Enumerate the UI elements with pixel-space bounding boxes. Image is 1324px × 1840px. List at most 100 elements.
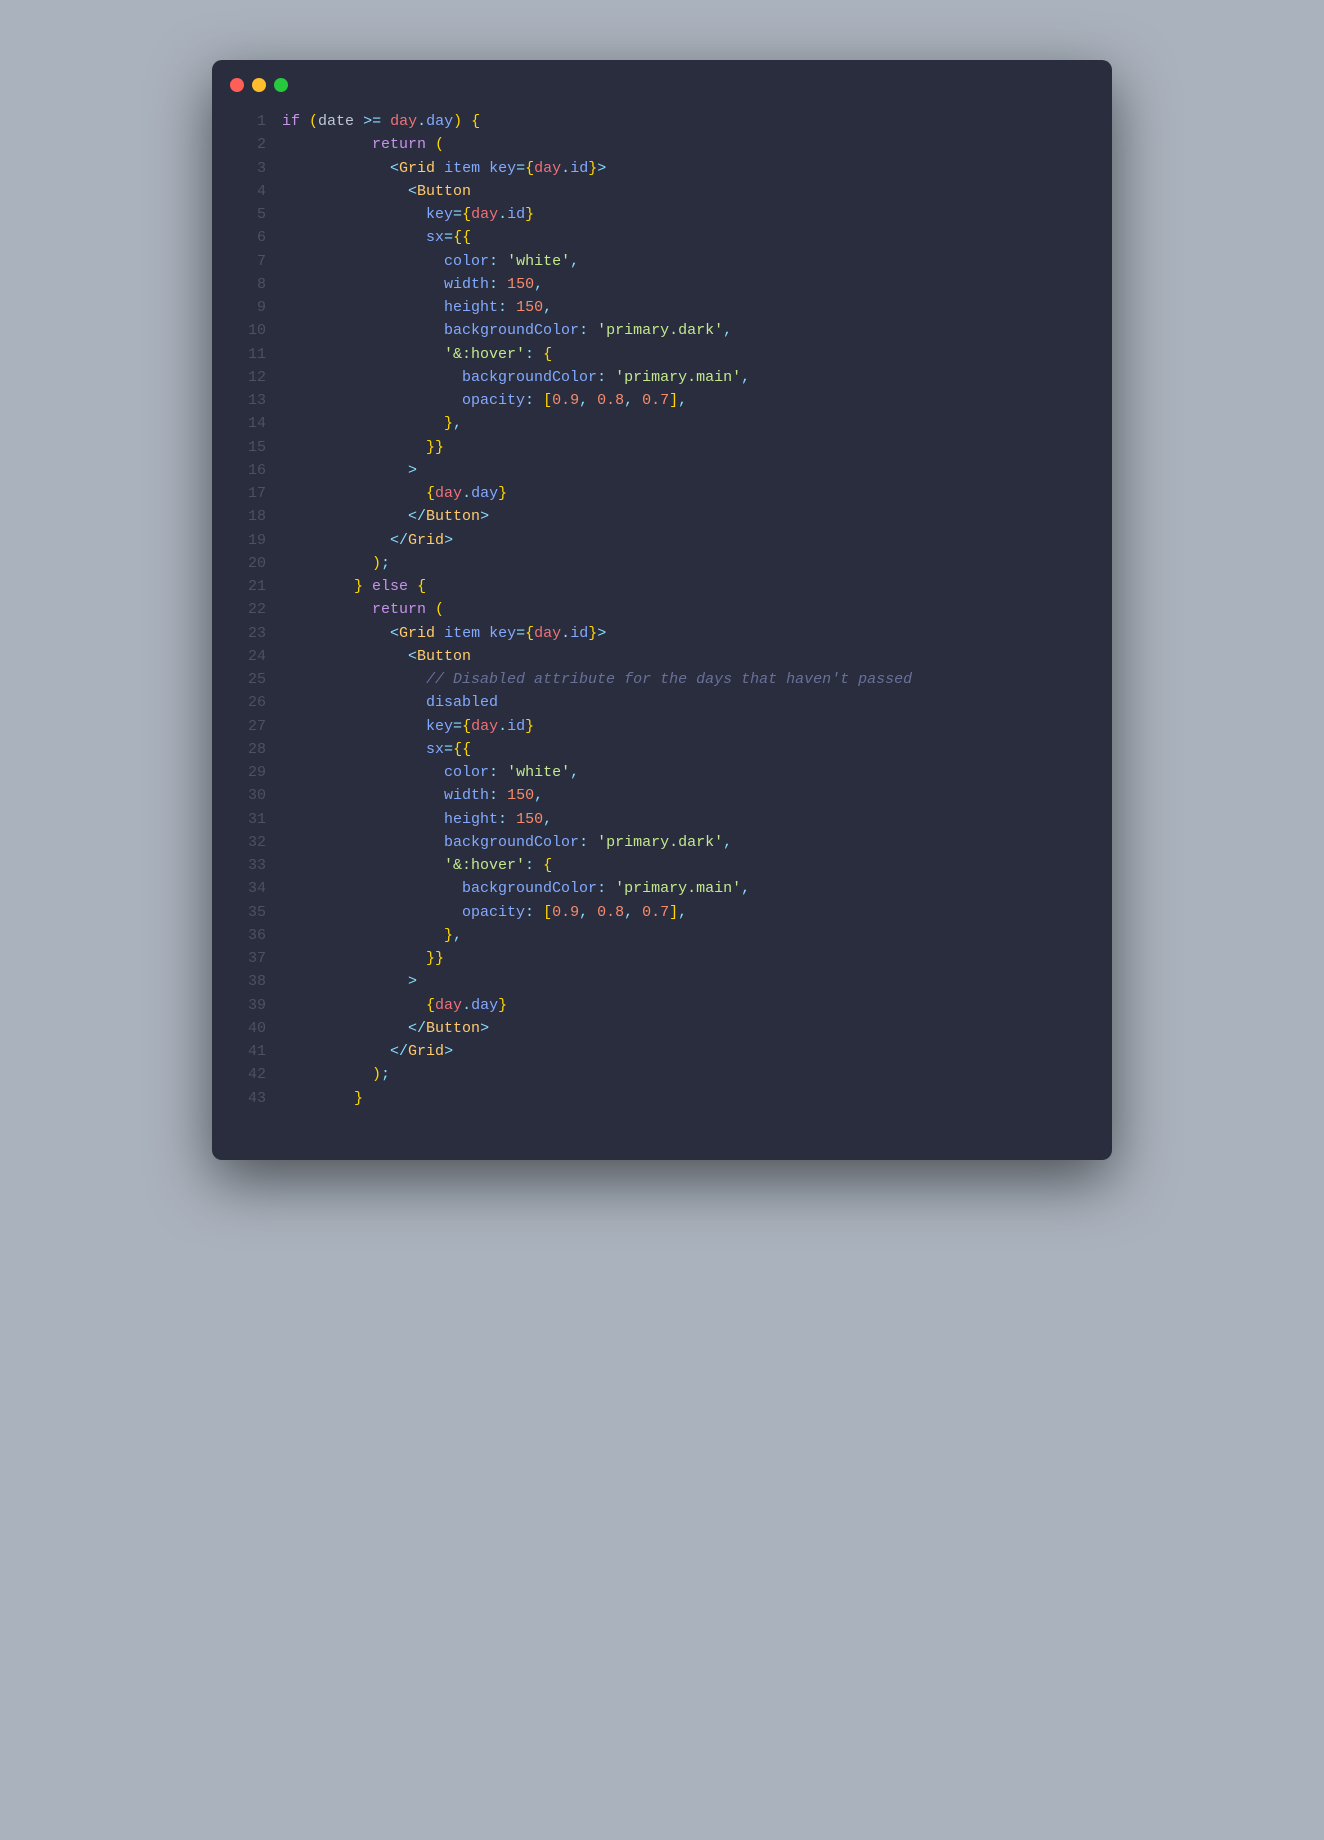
line-number: 10 <box>232 319 266 342</box>
code-line: 28 sx={{ <box>232 738 1092 761</box>
code-content: }, <box>282 924 462 947</box>
line-number: 14 <box>232 412 266 435</box>
line-number: 11 <box>232 343 266 366</box>
code-content: if (date >= day.day) { <box>282 110 480 133</box>
line-number: 36 <box>232 924 266 947</box>
line-number: 20 <box>232 552 266 575</box>
line-number: 25 <box>232 668 266 691</box>
code-line: 25 // Disabled attribute for the days th… <box>232 668 1092 691</box>
line-number: 31 <box>232 808 266 831</box>
code-line: 29 color: 'white', <box>232 761 1092 784</box>
code-content: }, <box>282 412 462 435</box>
code-content: } else { <box>282 575 426 598</box>
minimize-icon[interactable] <box>252 78 266 92</box>
code-line: 43 } <box>232 1087 1092 1110</box>
code-line: 41 </Grid> <box>232 1040 1092 1063</box>
line-number: 26 <box>232 691 266 714</box>
code-content: height: 150, <box>282 808 552 831</box>
line-number: 13 <box>232 389 266 412</box>
code-content: backgroundColor: 'primary.dark', <box>282 831 732 854</box>
line-number: 18 <box>232 505 266 528</box>
code-line: 23 <Grid item key={day.id}> <box>232 622 1092 645</box>
code-window: 1if (date >= day.day) {2 return (3 <Grid… <box>212 60 1112 1160</box>
line-number: 34 <box>232 877 266 900</box>
code-content: }} <box>282 436 444 459</box>
code-content: </Grid> <box>282 529 453 552</box>
code-content: ); <box>282 552 390 575</box>
code-content: return ( <box>282 133 444 156</box>
line-number: 28 <box>232 738 266 761</box>
line-number: 12 <box>232 366 266 389</box>
line-number: 37 <box>232 947 266 970</box>
line-number: 30 <box>232 784 266 807</box>
code-content: > <box>282 459 417 482</box>
code-content: sx={{ <box>282 738 471 761</box>
line-number: 43 <box>232 1087 266 1110</box>
code-content: <Button <box>282 645 471 668</box>
code-line: 20 ); <box>232 552 1092 575</box>
line-number: 5 <box>232 203 266 226</box>
code-content: width: 150, <box>282 273 543 296</box>
line-number: 29 <box>232 761 266 784</box>
maximize-icon[interactable] <box>274 78 288 92</box>
code-line: 19 </Grid> <box>232 529 1092 552</box>
code-line: 42 ); <box>232 1063 1092 1086</box>
code-line: 9 height: 150, <box>232 296 1092 319</box>
line-number: 15 <box>232 436 266 459</box>
code-line: 4 <Button <box>232 180 1092 203</box>
code-content: return ( <box>282 598 444 621</box>
code-content: opacity: [0.9, 0.8, 0.7], <box>282 901 687 924</box>
line-number: 7 <box>232 250 266 273</box>
code-content: height: 150, <box>282 296 552 319</box>
code-line: 40 </Button> <box>232 1017 1092 1040</box>
code-line: 18 </Button> <box>232 505 1092 528</box>
code-line: 22 return ( <box>232 598 1092 621</box>
code-line: 7 color: 'white', <box>232 250 1092 273</box>
code-line: 24 <Button <box>232 645 1092 668</box>
code-content: key={day.id} <box>282 715 534 738</box>
code-line: 38 > <box>232 970 1092 993</box>
code-line: 1if (date >= day.day) { <box>232 110 1092 133</box>
line-number: 2 <box>232 133 266 156</box>
code-content: {day.day} <box>282 994 507 1017</box>
line-number: 3 <box>232 157 266 180</box>
line-number: 41 <box>232 1040 266 1063</box>
code-content: color: 'white', <box>282 761 579 784</box>
code-line: 27 key={day.id} <box>232 715 1092 738</box>
code-line: 33 '&:hover': { <box>232 854 1092 877</box>
code-content: > <box>282 970 417 993</box>
line-number: 40 <box>232 1017 266 1040</box>
close-icon[interactable] <box>230 78 244 92</box>
line-number: 8 <box>232 273 266 296</box>
code-line: 26 disabled <box>232 691 1092 714</box>
code-line: 39 {day.day} <box>232 994 1092 1017</box>
code-content: <Grid item key={day.id}> <box>282 622 606 645</box>
window-titlebar <box>212 60 1112 104</box>
code-content: }} <box>282 947 444 970</box>
code-line: 21 } else { <box>232 575 1092 598</box>
code-content: disabled <box>282 691 498 714</box>
code-line: 30 width: 150, <box>232 784 1092 807</box>
code-line: 16 > <box>232 459 1092 482</box>
code-content: '&:hover': { <box>282 854 552 877</box>
code-content: backgroundColor: 'primary.main', <box>282 366 750 389</box>
line-number: 19 <box>232 529 266 552</box>
line-number: 38 <box>232 970 266 993</box>
code-line: 12 backgroundColor: 'primary.main', <box>232 366 1092 389</box>
code-content: // Disabled attribute for the days that … <box>282 668 912 691</box>
code-content: sx={{ <box>282 226 471 249</box>
code-content: '&:hover': { <box>282 343 552 366</box>
code-line: 10 backgroundColor: 'primary.dark', <box>232 319 1092 342</box>
code-line: 32 backgroundColor: 'primary.dark', <box>232 831 1092 854</box>
line-number: 9 <box>232 296 266 319</box>
code-line: 2 return ( <box>232 133 1092 156</box>
code-content: backgroundColor: 'primary.dark', <box>282 319 732 342</box>
code-line: 37 }} <box>232 947 1092 970</box>
code-line: 35 opacity: [0.9, 0.8, 0.7], <box>232 901 1092 924</box>
code-line: 34 backgroundColor: 'primary.main', <box>232 877 1092 900</box>
line-number: 24 <box>232 645 266 668</box>
line-number: 21 <box>232 575 266 598</box>
code-content: backgroundColor: 'primary.main', <box>282 877 750 900</box>
line-number: 17 <box>232 482 266 505</box>
line-number: 6 <box>232 226 266 249</box>
